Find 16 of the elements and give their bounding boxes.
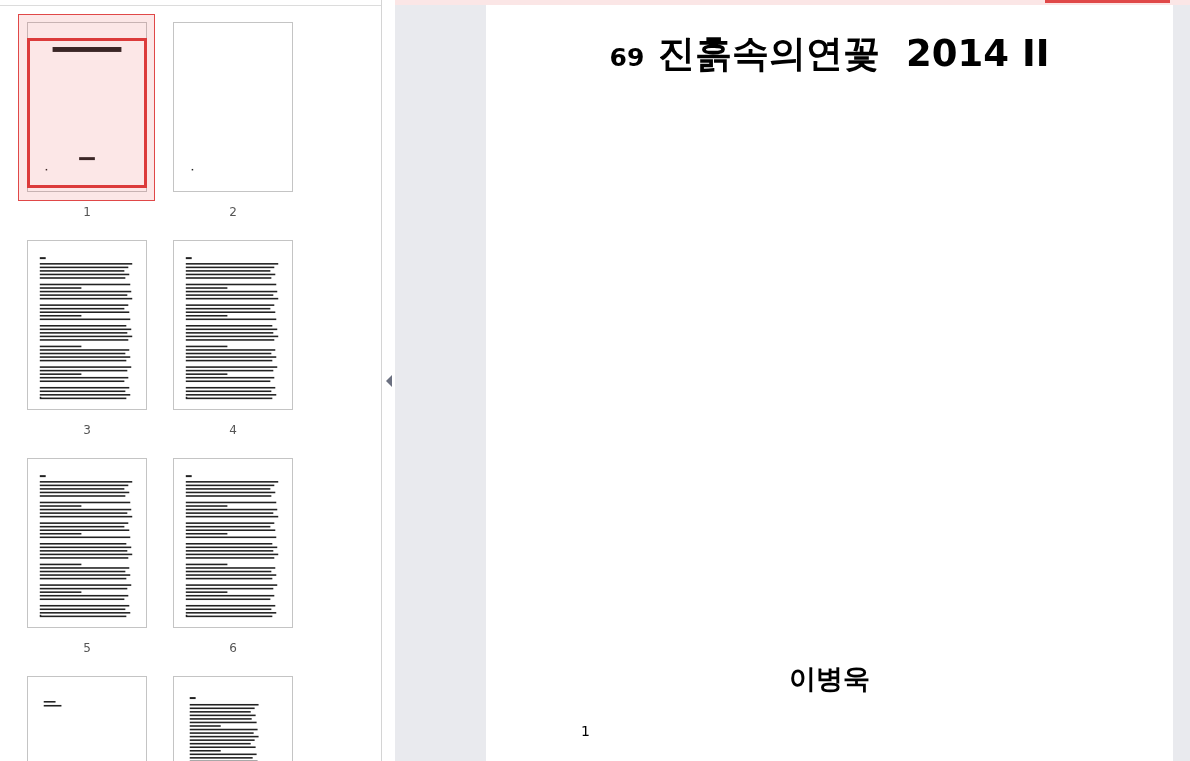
author-name: 이병욱	[789, 662, 870, 696]
title-number: 69	[609, 43, 645, 72]
page-thumbnail[interactable]	[173, 458, 293, 628]
page-label: 4	[229, 422, 237, 438]
page-thumbnail[interactable]	[27, 458, 147, 628]
page-label: 2	[229, 204, 237, 220]
page-thumbnail[interactable]	[173, 22, 293, 192]
page-label: 1	[83, 204, 91, 220]
page-number: 1	[581, 723, 591, 739]
collapse-arrow-icon[interactable]	[385, 374, 392, 387]
page-label: 3	[83, 422, 91, 438]
page-thumbnail[interactable]	[27, 240, 147, 410]
page-thumbnail[interactable]	[173, 240, 293, 410]
document-title: 진흙속의연꽃 2014 II	[658, 31, 1050, 77]
page-label: 6	[229, 640, 237, 656]
page-label: 5	[83, 640, 91, 656]
